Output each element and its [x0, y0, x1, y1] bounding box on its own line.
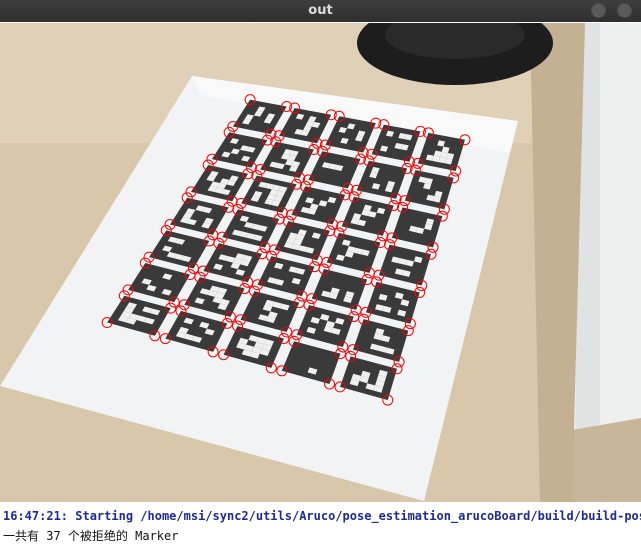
close-button[interactable] [617, 3, 632, 18]
console-line-start: 16:47:21: Starting /home/msi/sync2/utils… [3, 509, 641, 523]
console-output: 16:47:21: Starting /home/msi/sync2/utils… [0, 502, 641, 546]
camera-frame [0, 23, 641, 502]
window-title: out [308, 3, 333, 18]
window-titlebar: out [0, 0, 641, 22]
minimize-button[interactable] [591, 3, 606, 18]
camera-view [0, 23, 641, 502]
console-line-rejected: 一共有 37 个被拒绝的 Marker [3, 529, 179, 543]
